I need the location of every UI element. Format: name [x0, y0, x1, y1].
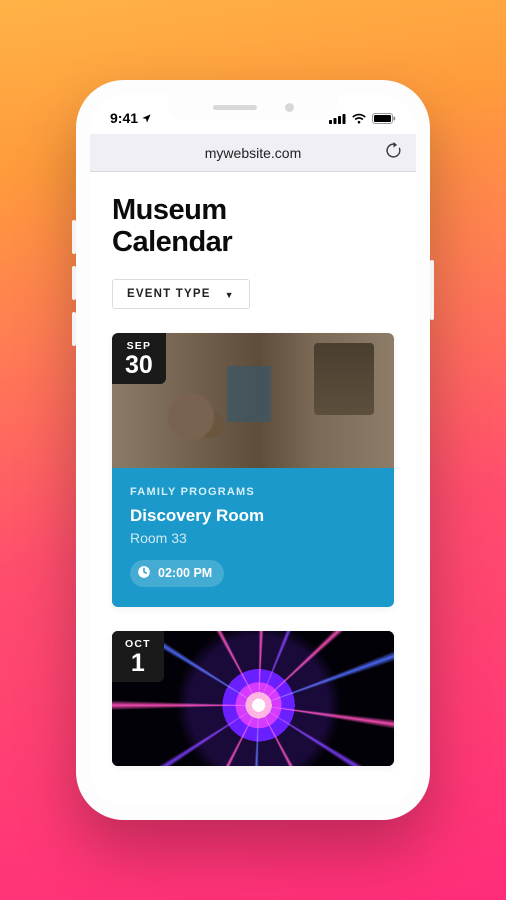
event-room: Room 33	[130, 530, 376, 546]
event-card[interactable]: SEP 30 FAMILY PROGRAMS Discovery Room Ro…	[112, 333, 394, 607]
event-date-badge: SEP 30	[112, 333, 166, 384]
event-day: 1	[125, 651, 151, 676]
phone-frame: 9:41 mywebsite.com	[76, 80, 430, 820]
caret-down-icon: ▼	[225, 290, 235, 300]
reload-icon[interactable]	[385, 142, 402, 164]
event-type-filter[interactable]: EVENT TYPE ▼	[112, 279, 250, 309]
battery-icon	[372, 113, 396, 124]
browser-address-bar[interactable]: mywebsite.com	[90, 134, 416, 172]
event-image: SEP 30	[112, 333, 394, 468]
wifi-icon	[351, 113, 367, 124]
phone-screen: 9:41 mywebsite.com	[90, 94, 416, 806]
status-time: 9:41	[110, 110, 138, 126]
event-card[interactable]: OCT 1	[112, 631, 394, 766]
browser-url: mywebsite.com	[205, 145, 301, 161]
event-date-badge: OCT 1	[112, 631, 164, 682]
phone-notch	[168, 94, 338, 120]
page-title: Museum Calendar	[112, 194, 394, 259]
event-image: OCT 1	[112, 631, 394, 766]
clock-icon	[137, 565, 151, 582]
filter-label: EVENT TYPE	[127, 288, 211, 300]
event-day: 30	[125, 353, 153, 378]
event-title: Discovery Room	[130, 506, 376, 526]
event-time-chip: 02:00 PM	[130, 560, 224, 587]
location-arrow-icon	[141, 113, 152, 124]
event-category: FAMILY PROGRAMS	[130, 486, 376, 498]
event-body: FAMILY PROGRAMS Discovery Room Room 33 0…	[112, 468, 394, 607]
page-content[interactable]: Museum Calendar EVENT TYPE ▼ SEP 30 FAMI…	[90, 172, 416, 806]
event-time: 02:00 PM	[158, 566, 212, 580]
